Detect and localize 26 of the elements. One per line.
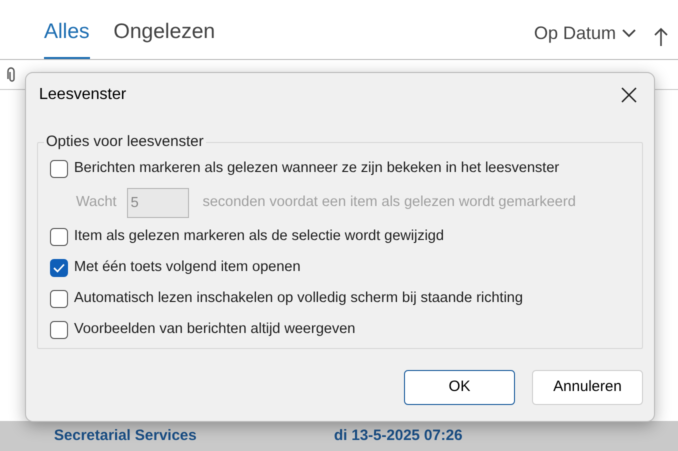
dialog-button[interactable]: Annuleren xyxy=(532,370,643,405)
received-date: di 13-5-2025 07:26 xyxy=(334,426,462,446)
checkbox[interactable] xyxy=(50,160,68,178)
dialog-button[interactable]: OK xyxy=(404,370,515,405)
option-label: Voorbeelden van berichten altijd weergeven xyxy=(74,320,356,340)
tab[interactable]: Ongelezen xyxy=(114,16,216,59)
arrow-up-icon xyxy=(654,27,668,47)
sort-dropdown[interactable]: Op Datum xyxy=(534,20,636,59)
option-label: Met één toets volgend item openen xyxy=(74,258,301,278)
wait-label: Wacht xyxy=(76,193,117,212)
option-label: Berichten markeren als gelezen wanneer ze zijn bekeken in het leesvenster xyxy=(74,159,560,178)
option-label: Item als gelezen markeren als de selectie wordt gewijzigd xyxy=(74,227,444,246)
close-icon xyxy=(621,87,637,103)
chevron-down-icon xyxy=(622,29,636,38)
checkbox[interactable] xyxy=(50,321,68,339)
group-title: Opties voor leesvenster xyxy=(45,132,205,152)
dialog-title: Leesvenster xyxy=(38,85,126,105)
checkbox[interactable] xyxy=(50,228,68,246)
option-label: Automatisch lezen inschakelen op volledig scherm bij staande richting xyxy=(74,289,523,308)
paperclip-icon xyxy=(5,66,17,82)
tab[interactable]: Alles xyxy=(44,16,90,59)
checkmark-icon xyxy=(53,263,65,273)
sender-name: Secretarial Services xyxy=(54,426,198,446)
checkbox[interactable] xyxy=(50,259,68,277)
wait-description: seconden voordat een item als gelezen wordt gemarkeerd xyxy=(202,193,576,212)
checkbox[interactable] xyxy=(50,290,68,308)
